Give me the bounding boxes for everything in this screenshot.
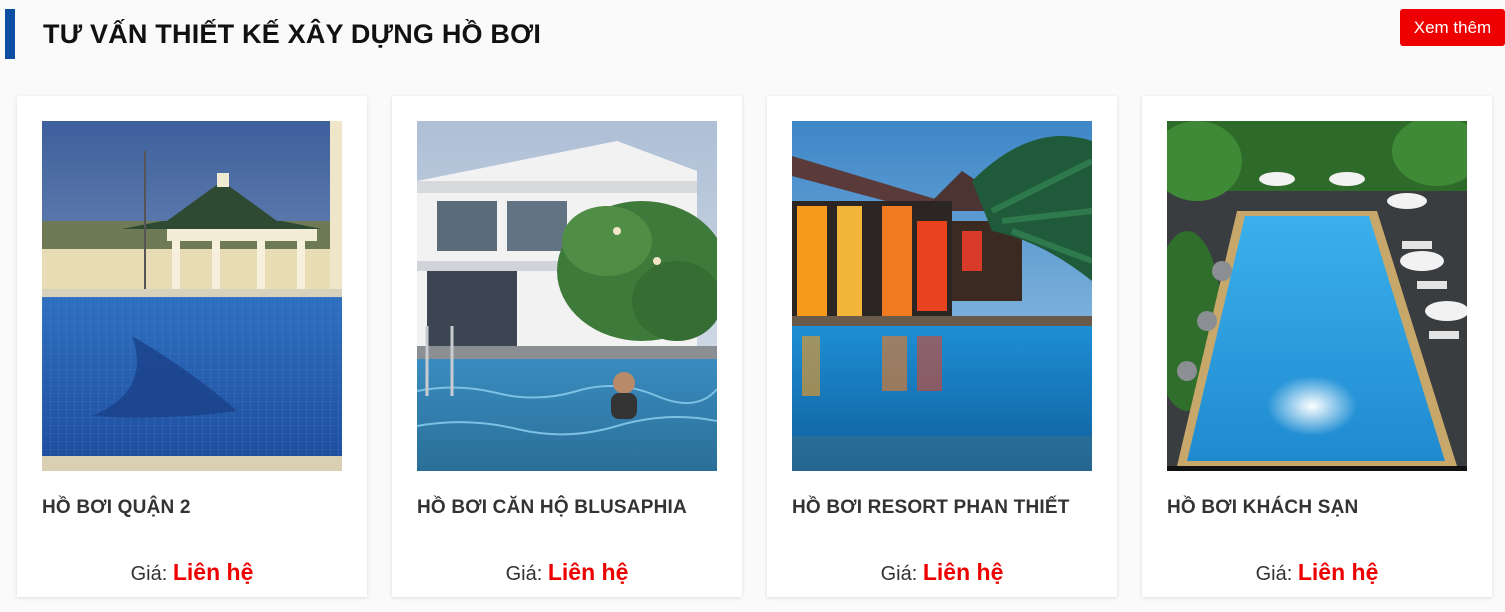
price-label: Giá: <box>880 563 918 585</box>
price-label: Giá: <box>130 563 168 585</box>
price-label: Giá: <box>1255 563 1293 585</box>
section-title: TƯ VẤN THIẾT KẾ XÂY DỰNG HỒ BƠI <box>43 19 542 49</box>
product-title[interactable]: HỒ BƠI RESORT PHAN THIẾT <box>792 497 1102 519</box>
pool-photo-blusaphia <box>417 121 717 471</box>
product-title[interactable]: HỒ BƠI KHÁCH SẠN <box>1167 497 1477 519</box>
price-label: Giá: <box>505 563 543 585</box>
product-image[interactable] <box>417 121 717 471</box>
price-value: Liên hệ <box>1297 559 1379 585</box>
price-value: Liên hệ <box>547 559 629 585</box>
pool-photo-khach-san <box>1167 121 1467 471</box>
product-image[interactable] <box>1167 121 1467 471</box>
product-card[interactable]: HỒ BƠI QUẬN 2 Giá: Liên hệ <box>17 96 367 597</box>
price-row: Giá: Liên hệ <box>767 559 1117 586</box>
product-title[interactable]: HỒ BƠI QUẬN 2 <box>42 497 352 519</box>
product-card[interactable]: HỒ BƠI KHÁCH SẠN Giá: Liên hệ <box>1142 96 1492 597</box>
product-card[interactable]: HỒ BƠI CĂN HỘ BLUSAPHIA Giá: Liên hệ <box>392 96 742 597</box>
product-grid: HỒ BƠI QUẬN 2 Giá: Liên hệ HỒ BƠI CĂN HỘ… <box>17 96 1492 597</box>
product-card[interactable]: HỒ BƠI RESORT PHAN THIẾT Giá: Liên hệ <box>767 96 1117 597</box>
price-value: Liên hệ <box>172 559 254 585</box>
title-accent-bar <box>5 9 15 59</box>
price-row: Giá: Liên hệ <box>17 559 367 586</box>
price-row: Giá: Liên hệ <box>1142 559 1492 586</box>
price-row: Giá: Liên hệ <box>392 559 742 586</box>
price-value: Liên hệ <box>922 559 1004 585</box>
product-title[interactable]: HỒ BƠI CĂN HỘ BLUSAPHIA <box>417 497 727 519</box>
see-more-button[interactable]: Xem thêm <box>1400 9 1505 46</box>
section-header: TƯ VẤN THIẾT KẾ XÂY DỰNG HỒ BƠI Xem thêm <box>0 0 1505 70</box>
pool-photo-quan-2 <box>42 121 342 471</box>
product-image[interactable] <box>792 121 1092 471</box>
pool-photo-resort-phan-thiet <box>792 121 1092 471</box>
product-image[interactable] <box>42 121 342 471</box>
